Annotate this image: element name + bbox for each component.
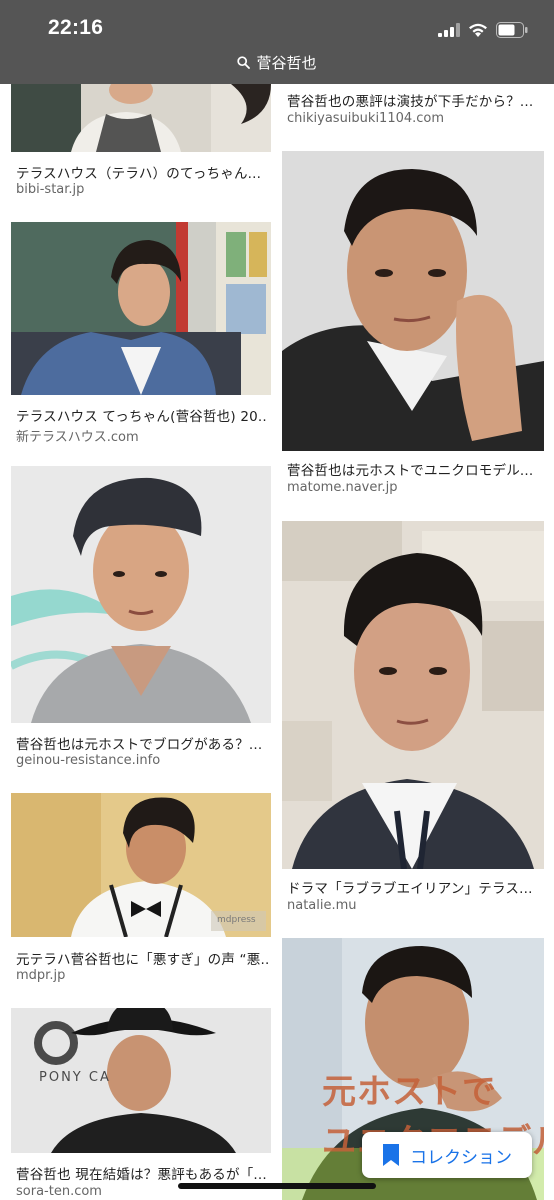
- result-source: mdpr.jp: [16, 968, 66, 983]
- result-source: geinou-resistance.info: [16, 753, 161, 768]
- bookmark-icon: [383, 1144, 399, 1166]
- status-and-search-header: 22:16 菅谷哲也: [0, 0, 554, 84]
- image-watermark: mdpress: [217, 915, 256, 925]
- image-sign-text: PONY CA: [39, 1070, 111, 1085]
- image-result-card[interactable]: PONY CA 菅谷哲也 現在結婚は？悪評もあるが「... sora-ten.c…: [11, 1008, 271, 1200]
- result-image[interactable]: [11, 84, 271, 152]
- result-image[interactable]: mdpress: [11, 793, 271, 937]
- result-title[interactable]: ドラマ「ラブラブエイリアン」テラス...: [287, 877, 539, 897]
- result-source: chikiyasuibuki1104.com: [287, 111, 445, 126]
- image-result-card[interactable]: mdpress 元テラハ菅谷哲也に「悪すぎ」の声 “悪... mdpr.jp: [11, 793, 271, 990]
- result-source: matome.naver.jp: [287, 480, 398, 495]
- result-source: bibi-star.jp: [16, 182, 85, 197]
- result-image[interactable]: [11, 466, 271, 723]
- search-query: 菅谷哲也: [256, 54, 317, 72]
- result-title[interactable]: 菅谷哲也は元ホストでブログがある？...: [16, 733, 266, 753]
- image-result-card[interactable]: 菅谷哲也の悪評は演技が下手だから？... chikiyasuibuki1104.…: [282, 84, 544, 134]
- image-result-card[interactable]: 菅谷哲也は元ホストでブログがある？... geinou-resistance.i…: [11, 466, 271, 776]
- result-title[interactable]: テラスハウス てっちゃん(菅谷哲也) 20...: [16, 405, 266, 425]
- image-caption-line1: 元ホストで: [322, 1072, 497, 1112]
- collection-button-label: コレクション: [410, 1147, 512, 1168]
- image-result-card[interactable]: テラスハウス（テラハ）のてっちゃん... bibi-star.jp: [11, 84, 271, 202]
- status-time: 22:16: [48, 16, 104, 39]
- result-title[interactable]: 菅谷哲也は元ホストでユニクロモデル...: [287, 459, 539, 479]
- image-result-card[interactable]: ドラマ「ラブラブエイリアン」テラス... natalie.mu: [282, 521, 544, 921]
- search-icon: [237, 56, 251, 69]
- result-image[interactable]: PONY CA: [11, 1008, 271, 1153]
- search-bar[interactable]: 菅谷哲也: [0, 52, 554, 73]
- signal-icon: [438, 23, 460, 37]
- result-title[interactable]: テラスハウス（テラハ）のてっちゃん...: [16, 162, 266, 182]
- result-source: 新テラスハウス.com: [16, 430, 139, 445]
- result-source: natalie.mu: [287, 898, 357, 913]
- result-title[interactable]: 元テラハ菅谷哲也に「悪すぎ」の声 “悪...: [16, 948, 268, 968]
- result-image[interactable]: [282, 151, 544, 451]
- battery-icon: [496, 22, 528, 38]
- collection-button[interactable]: コレクション: [362, 1132, 532, 1178]
- result-title[interactable]: 菅谷哲也の悪評は演技が下手だから？...: [287, 90, 539, 110]
- result-image[interactable]: [282, 521, 544, 869]
- image-result-card[interactable]: テラスハウス てっちゃん(菅谷哲也) 20... 新テラスハウス.com: [11, 222, 271, 447]
- status-icons: [438, 20, 528, 40]
- home-indicator[interactable]: [178, 1183, 376, 1189]
- result-image[interactable]: [11, 222, 271, 395]
- image-result-card[interactable]: 菅谷哲也は元ホストでユニクロモデル... matome.naver.jp: [282, 151, 544, 501]
- wifi-icon: [469, 23, 487, 37]
- result-title[interactable]: 菅谷哲也 現在結婚は？悪評もあるが「...: [16, 1163, 268, 1183]
